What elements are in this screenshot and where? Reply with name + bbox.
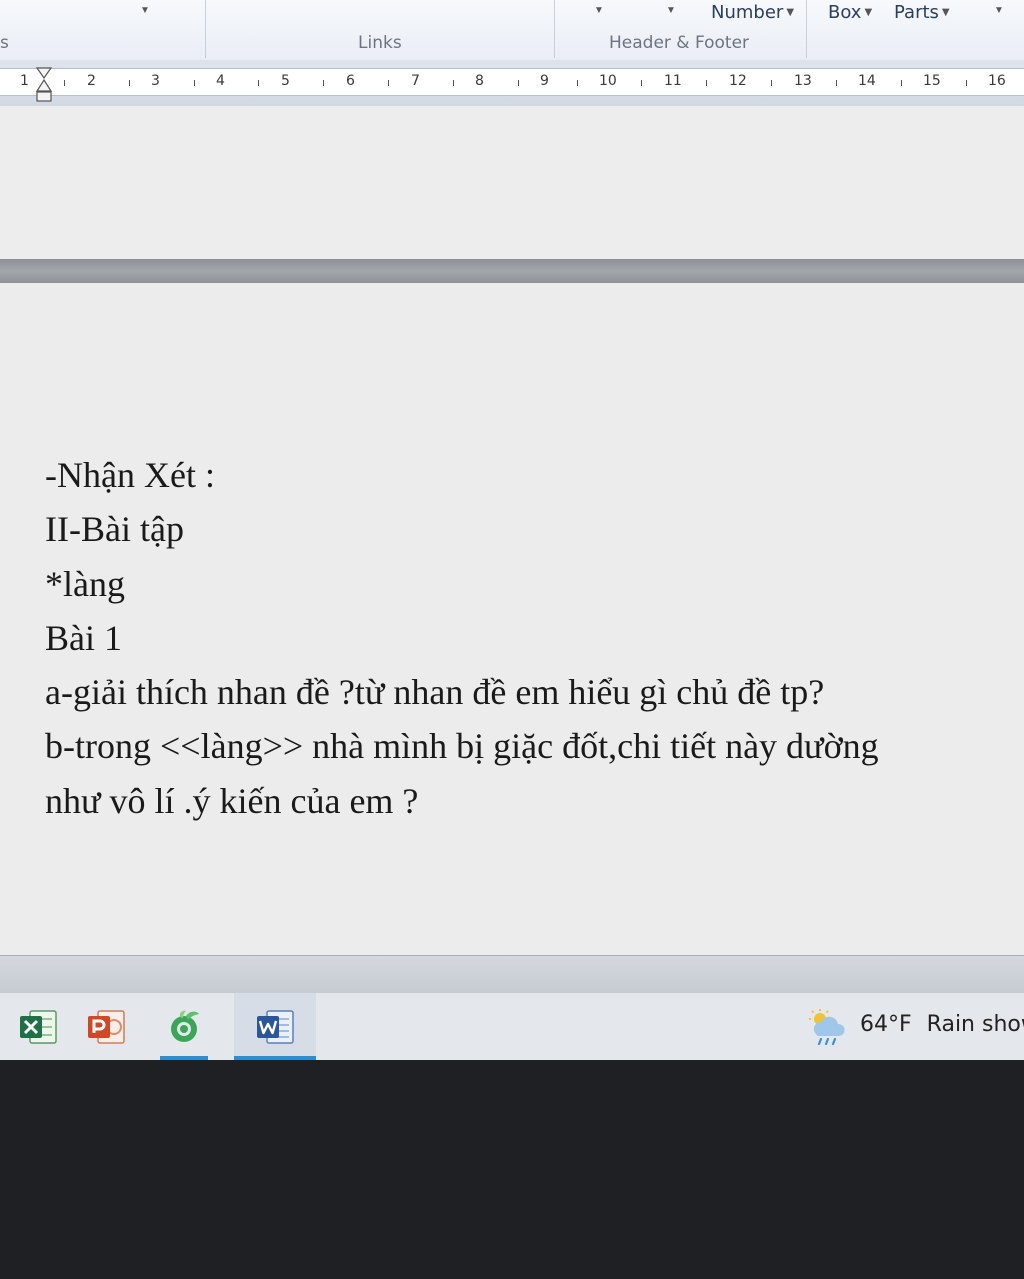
- doc-line: II-Bài tập: [45, 509, 184, 550]
- taskbar: 64°F Rain show: [0, 993, 1024, 1060]
- doc-line: a-giải thích nhan đề ?từ nhan đề em hiểu…: [45, 672, 825, 713]
- ruler-number: 8: [475, 73, 484, 89]
- excel-icon: [20, 1010, 57, 1044]
- ruler-tick: [771, 80, 772, 86]
- document-page[interactable]: -Nhận Xét : II-Bài tập *làng Bài 1 a-giả…: [0, 283, 1024, 955]
- chevron-down-icon: ▼: [941, 7, 950, 18]
- rain-shower-icon[interactable]: [806, 1007, 848, 1047]
- taskbar-powerpoint[interactable]: [68, 993, 144, 1060]
- group-label-header-footer: Header & Footer: [609, 33, 750, 53]
- weather-widget-text[interactable]: 64°F Rain show: [860, 1012, 1024, 1037]
- header-dropdown-arrow[interactable]: ▼: [594, 5, 604, 16]
- word-icon: [257, 1010, 294, 1044]
- ruler-tick: [836, 80, 837, 86]
- horizontal-ruler[interactable]: 1 2 3 4 5 6 7 8 9 10 11 12 13 14 15 16: [0, 68, 1024, 96]
- ruler-number: 9: [540, 73, 549, 89]
- ribbon: ▼ s Links ▼ ▼ Number ▼ Header & Footer B…: [0, 0, 1024, 61]
- ruler-tick: [323, 80, 324, 86]
- doc-line: *làng: [45, 563, 125, 604]
- text-box-button[interactable]: Box ▼: [828, 2, 872, 23]
- page-number-label: Number: [711, 2, 784, 23]
- indent-marker-icon[interactable]: [34, 64, 54, 104]
- ruler-tick: [901, 80, 902, 86]
- coccoc-browser-icon: [171, 1010, 199, 1042]
- ruler-number: 2: [87, 73, 96, 89]
- doc-line: Bài 1: [45, 617, 122, 658]
- ruler-number: 10: [599, 73, 617, 89]
- ruler-number: 3: [151, 73, 160, 89]
- taskbar-word[interactable]: [234, 993, 316, 1060]
- chevron-down-icon: ▼: [786, 7, 795, 18]
- ruler-number: 5: [281, 73, 290, 89]
- ruler-tick: [388, 80, 389, 86]
- weather-condition: Rain show: [926, 1012, 1024, 1037]
- ruler-tick: [518, 80, 519, 86]
- doc-line: b-trong <<làng>> nhà mình bị giặc đốt,ch…: [45, 726, 879, 767]
- ruler-tick: [966, 80, 967, 86]
- ruler-number: 11: [664, 73, 682, 89]
- footer-dropdown-arrow[interactable]: ▼: [666, 5, 676, 16]
- ruler-number: 4: [216, 73, 225, 89]
- ruler-number: 7: [411, 73, 420, 89]
- text-box-label: Box: [828, 2, 862, 23]
- ruler-tick: [194, 80, 195, 86]
- screen-border: [0, 1060, 1024, 1279]
- doc-line: -Nhận Xét :: [45, 455, 215, 495]
- horizontal-scrollbar[interactable]: [0, 955, 1024, 994]
- ruler-number: 15: [923, 73, 941, 89]
- powerpoint-icon: [88, 1010, 125, 1044]
- document-body[interactable]: -Nhận Xét : II-Bài tập *làng Bài 1 a-giả…: [45, 448, 1020, 828]
- chevron-down-icon: ▼: [864, 7, 873, 18]
- ruler-tick: [64, 80, 65, 86]
- group-separator: [205, 0, 206, 58]
- ruler-tick: [577, 80, 578, 86]
- taskbar-excel[interactable]: [0, 993, 76, 1060]
- quick-parts-button[interactable]: Parts ▼: [894, 2, 950, 23]
- group-label-links: Links: [358, 33, 402, 53]
- dropdown-arrow[interactable]: ▼: [994, 5, 1004, 16]
- previous-page-bottom: [0, 106, 1024, 259]
- group-separator: [806, 0, 807, 58]
- ruler-tick: [129, 80, 130, 86]
- ruler-number: 13: [794, 73, 812, 89]
- page-break-gap: [0, 259, 1024, 283]
- ruler-number: 6: [346, 73, 355, 89]
- quick-parts-label: Parts: [894, 2, 939, 23]
- ruler-number: 1: [20, 73, 29, 89]
- ruler-tick: [706, 80, 707, 86]
- group-separator: [554, 0, 555, 58]
- doc-line: như vô lí .ý kiến của em ?: [45, 780, 419, 821]
- dropdown-arrow[interactable]: ▼: [140, 5, 150, 16]
- page-number-button[interactable]: Number ▼: [711, 2, 794, 23]
- ruler-tick: [258, 80, 259, 86]
- group-label-partial: s: [0, 33, 9, 53]
- ruler-tick: [453, 80, 454, 86]
- ruler-number: 12: [729, 73, 747, 89]
- ruler-number: 14: [858, 73, 876, 89]
- weather-temperature: 64°F: [860, 1012, 912, 1037]
- ruler-number: 16: [988, 73, 1006, 89]
- taskbar-coccoc[interactable]: [156, 993, 212, 1060]
- ruler-tick: [641, 80, 642, 86]
